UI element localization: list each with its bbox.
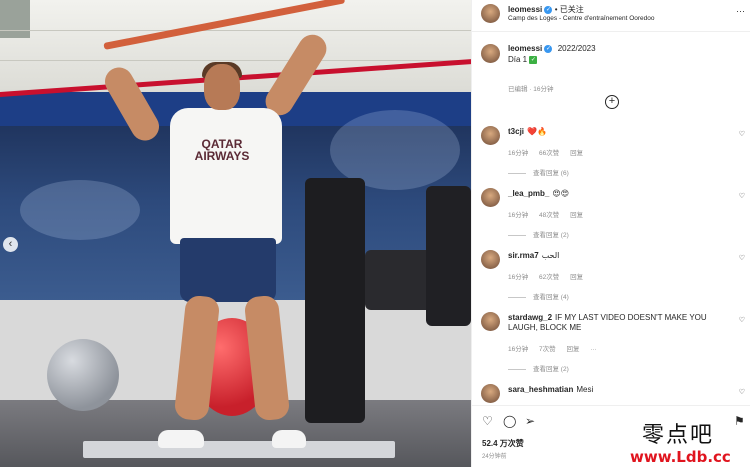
author-username[interactable]: leomessi xyxy=(508,5,542,14)
caption-avatar[interactable] xyxy=(481,44,500,63)
view-replies-label: 查看回复 (4) xyxy=(533,294,569,301)
prev-arrow-icon[interactable]: ‹ xyxy=(3,237,18,252)
comment-text-line: sir.rma7 الحب xyxy=(508,251,728,261)
site-watermark: 零点吧 www.Ldb.cc xyxy=(628,417,750,467)
replies-divider xyxy=(508,368,526,370)
comment-text: Mesi xyxy=(576,385,594,394)
watermark-url-text: www.Ldb.cc xyxy=(630,448,731,466)
view-replies-label: 查看回复 (6) xyxy=(533,170,569,177)
comment-likes[interactable]: 62次赞 xyxy=(539,274,559,281)
comment-like-heart-icon[interactable]: ♡ xyxy=(739,388,745,396)
verified-badge-icon: ✓ xyxy=(544,5,553,14)
author-line: leomessi ✓ • 已关注 xyxy=(508,5,584,14)
athlete-shirt xyxy=(170,108,282,244)
share-icon[interactable]: ➢ xyxy=(525,414,535,428)
replies-divider xyxy=(508,296,526,298)
ceiling-panel-line xyxy=(0,30,471,31)
load-more-comments-icon[interactable]: + xyxy=(605,95,619,109)
mural-crowd xyxy=(20,180,140,240)
commenter-username[interactable]: t3cji xyxy=(508,127,524,136)
more-options-icon[interactable]: ··· xyxy=(736,6,745,16)
gym-machine xyxy=(305,178,365,423)
replies-divider xyxy=(508,234,526,236)
check-mark-icon: ✓ xyxy=(529,55,538,64)
view-replies-button[interactable]: 查看回复 (6) xyxy=(508,167,569,177)
comment-text-line: sara_heshmatian Mesi xyxy=(508,385,728,395)
comment-text: 😍😍 xyxy=(552,189,570,198)
athlete-head xyxy=(204,64,240,110)
commenter-avatar[interactable] xyxy=(481,126,500,145)
follow-status[interactable]: 已关注 xyxy=(560,5,584,14)
post-header: leomessi ✓ • 已关注 Camp des Loges - Centre… xyxy=(472,0,750,32)
floor-platform xyxy=(83,441,395,458)
view-replies-label: 查看回复 (2) xyxy=(533,366,569,373)
athlete-right-shoe xyxy=(272,430,306,448)
caption-username[interactable]: leomessi xyxy=(508,44,542,53)
commenter-username[interactable]: stardawg_2 xyxy=(508,313,552,322)
ceiling-vent xyxy=(0,0,30,38)
view-replies-button[interactable]: 查看回复 (2) xyxy=(508,229,569,239)
commenter-username[interactable]: sir.rma7 xyxy=(508,251,539,260)
reply-button[interactable]: 回复 xyxy=(570,212,583,219)
comment-meta: 16分钟 48次赞 回复 xyxy=(508,209,592,219)
commenter-avatar[interactable] xyxy=(481,250,500,269)
post-location[interactable]: Camp des Loges - Centre d'entraînement O… xyxy=(508,15,655,22)
commenter-avatar[interactable] xyxy=(481,188,500,207)
ceiling-panel-line xyxy=(0,60,471,61)
gym-machine-seat xyxy=(426,186,471,326)
watermark-cn-text: 零点吧 xyxy=(642,423,715,448)
commenter-username[interactable]: sara_heshmatian xyxy=(508,385,573,394)
athlete-left-shoe xyxy=(158,430,204,448)
comment-text-line: _lea_pmb_ 😍😍 xyxy=(508,189,728,199)
commenter-avatar[interactable] xyxy=(481,312,500,331)
comment-likes[interactable]: 48次赞 xyxy=(539,212,559,219)
athlete-shorts xyxy=(180,238,276,302)
comment-like-heart-icon[interactable]: ♡ xyxy=(739,192,745,200)
view-replies-label: 查看回复 (2) xyxy=(533,232,569,239)
reply-button[interactable]: 回复 xyxy=(570,150,583,157)
author-avatar[interactable] xyxy=(481,4,500,23)
comment-meta: 16分钟 66次赞 回复 xyxy=(508,147,592,157)
comment-meta: 16分钟 7次赞 回复 ··· xyxy=(508,343,606,353)
comment-like-heart-icon[interactable]: ♡ xyxy=(739,254,745,262)
post-time: 24分钟前 xyxy=(482,454,507,460)
reply-button[interactable]: 回复 xyxy=(566,346,579,353)
comment-text-line: t3cji ❤️🔥 xyxy=(508,127,728,137)
comment-icon[interactable]: ◯ xyxy=(503,414,516,428)
caption-meta: 已编辑 · 16分钟 xyxy=(508,86,554,93)
caption-text: Día 1 xyxy=(508,55,528,64)
comment-more-icon[interactable]: ··· xyxy=(590,346,597,353)
comment-age: 16分钟 xyxy=(508,346,529,353)
caption-body: Día 1 ✓ xyxy=(508,55,538,64)
verified-badge-icon: ✓ xyxy=(544,44,553,53)
post-side-panel: leomessi ✓ • 已关注 Camp des Loges - Centre… xyxy=(471,0,750,467)
replies-divider xyxy=(508,172,526,174)
commenter-avatar[interactable] xyxy=(481,384,500,403)
like-icon[interactable]: ♡ xyxy=(482,414,493,428)
comment-text: الحب xyxy=(541,251,560,260)
caption-author-line: leomessi ✓ 2022/2023 xyxy=(508,44,596,53)
gray-exercise-ball xyxy=(47,339,119,411)
view-replies-button[interactable]: 查看回复 (2) xyxy=(508,363,569,373)
comment-age: 16分钟 xyxy=(508,150,529,157)
commenter-username[interactable]: _lea_pmb_ xyxy=(508,189,549,198)
view-replies-button[interactable]: 查看回复 (4) xyxy=(508,291,569,301)
comment-likes[interactable]: 7次赞 xyxy=(539,346,556,353)
comment-age: 16分钟 xyxy=(508,212,529,219)
reply-button[interactable]: 回复 xyxy=(570,274,583,281)
comment-like-heart-icon[interactable]: ♡ xyxy=(739,130,745,138)
comment-text: ❤️🔥 xyxy=(527,127,547,136)
comment-likes[interactable]: 66次赞 xyxy=(539,150,559,157)
comment-text-line: stardawg_2 IF MY LAST VIDEO DOESN'T MAKE … xyxy=(508,313,728,333)
comments-scroll-area[interactable]: leomessi ✓ 2022/2023 Día 1 ✓ 已编辑 · 16分钟 … xyxy=(472,33,750,405)
comment-like-heart-icon[interactable]: ♡ xyxy=(739,316,745,324)
comment-age: 16分钟 xyxy=(508,274,529,281)
caption-date: 2022/2023 xyxy=(557,44,596,53)
comment-meta: 16分钟 62次赞 回复 xyxy=(508,271,592,281)
likes-count[interactable]: 52.4 万次赞 xyxy=(482,438,524,449)
post-photo[interactable]: QATAR AIRWAYS ‹ xyxy=(0,0,471,467)
shirt-sponsor-text: QATAR AIRWAYS xyxy=(194,137,250,163)
